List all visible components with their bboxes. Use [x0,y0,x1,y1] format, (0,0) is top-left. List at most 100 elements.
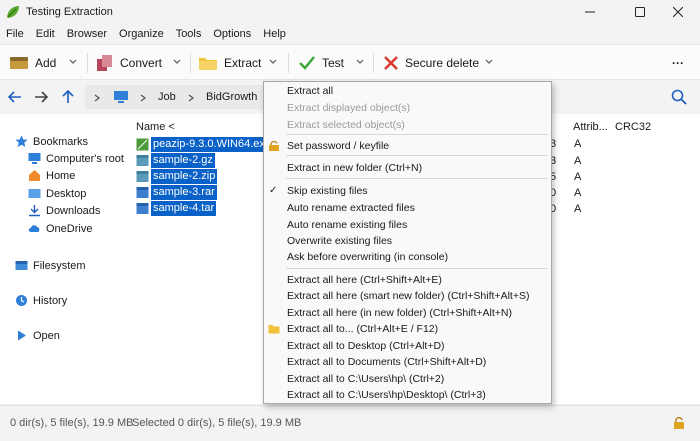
minimize-icon [585,11,595,13]
secure-delete-label: Secure delete [405,56,480,70]
sidebar-item-label: OneDrive [46,222,93,235]
file-name: sample-4.tar [151,201,217,216]
menu-item-extract-to-desktop[interactable]: Extract all to Desktop (Ctrl+Alt+D) [287,340,445,352]
sidebar-item-home[interactable]: Home [28,169,75,182]
download-icon [29,205,40,217]
forward-arrow-icon[interactable] [32,88,50,106]
lock-icon [269,141,279,151]
test-label: Test [322,56,345,70]
add-button[interactable]: Add [9,52,56,74]
menu-help[interactable]: Help [257,25,292,43]
history-icon [16,295,27,306]
menu-item-extract-to-documents[interactable]: Extract all to Documents (Ctrl+Shift+Alt… [287,356,486,368]
menu-browser[interactable]: Browser [61,25,113,43]
menu-item-overwrite-existing[interactable]: Overwrite existing files [287,235,392,247]
extract-folder-icon [199,58,217,70]
menu-item-extract-all-here[interactable]: Extract all here (Ctrl+Shift+Alt+E) [287,274,442,286]
sidebar-filesystem[interactable]: Filesystem [15,259,86,272]
computer-icon [28,153,41,164]
file-attr: A [574,138,582,150]
folder-icon [268,325,280,334]
play-arrow-icon [18,330,26,341]
search-icon[interactable] [671,89,687,105]
column-header-attrib[interactable]: Attrib... [573,121,608,133]
breadcrumb-job[interactable]: Job [158,91,176,103]
menu-item-extract-all-here-smart[interactable]: Extract all here (smart new folder) (Ctr… [287,290,529,302]
secure-delete-chevron-down-icon[interactable] [482,55,496,69]
menu-item-extract-new-folder[interactable]: Extract in new folder (Ctrl+N) [287,162,422,174]
sidebar-open[interactable]: Open [15,329,60,342]
lock-icon[interactable] [673,416,685,430]
menu-file[interactable]: File [0,25,30,43]
menu-options[interactable]: Options [207,25,257,43]
breadcrumb-chevron-icon [188,94,194,102]
sidebar-history-label: History [33,294,68,307]
sidebar-item-downloads[interactable]: Downloads [28,204,100,217]
menu-item-extract-all[interactable]: Extract all [287,85,333,97]
sidebar-item-label: Computer's root [46,152,124,165]
menu-item-auto-rename-extracted[interactable]: Auto rename extracted files [287,202,415,214]
filesystem-icon [15,261,28,270]
peazip-logo-icon [7,6,19,18]
title-bar: Testing Extraction [0,0,700,24]
close-button[interactable] [656,2,700,22]
add-chevron-down-icon[interactable] [66,55,80,69]
menu-item-skip-existing[interactable]: Skip existing files [287,185,368,197]
up-arrow-icon[interactable] [59,88,77,106]
table-row[interactable]: sample-2.zip [136,169,218,184]
menu-item-extract-to-users-hp[interactable]: Extract all to C:\Users\hp\ (Ctrl+2) [287,373,444,385]
extract-dropdown-menu: Extract all Extract displayed object(s) … [263,81,552,404]
menu-edit[interactable]: Edit [30,25,61,43]
menu-item-extract-all-here-new-folder[interactable]: Extract all here (in new folder) (Ctrl+S… [287,307,512,319]
breadcrumb-chevron-icon[interactable] [92,93,102,103]
convert-button[interactable]: Convert [96,52,162,74]
convert-chevron-down-icon[interactable] [170,55,184,69]
sidebar-item-onedrive[interactable]: OneDrive [28,222,92,235]
menu-item-extract-all-to[interactable]: Extract all to... (Ctrl+Alt+E / F12) [287,323,438,335]
table-row[interactable]: sample-2.gz [136,153,215,168]
extract-label: Extract [224,56,262,70]
delete-x-icon [384,56,398,70]
sidebar-item-computers-root[interactable]: Computer's root [28,152,124,165]
sidebar-item-label: Downloads [46,204,101,217]
file-name: sample-3.rar [151,185,217,200]
secure-delete-button[interactable]: Secure delete [383,52,479,74]
minimize-button[interactable] [568,2,612,22]
checkmark-icon: ✓ [269,185,278,196]
menu-item-extract-to-users-hp-desktop[interactable]: Extract all to C:\Users\hp\Desktop\ (Ctr… [287,389,486,401]
menu-item-ask-before-overwriting[interactable]: Ask before overwriting (in console) [287,251,448,263]
sidebar-filesystem-label: Filesystem [33,259,86,272]
file-name: sample-2.gz [151,153,215,168]
extract-button[interactable]: Extract [198,52,261,74]
test-button[interactable]: Test [298,52,344,74]
breadcrumb-bidgrowth[interactable]: BidGrowth [206,91,257,103]
rar-file-icon [136,187,149,198]
sidebar-bookmarks-label: Bookmarks [33,135,89,148]
menu-organize[interactable]: Organize [113,25,170,43]
column-header-name[interactable]: Name < [136,121,175,133]
more-options-button[interactable]: ··· [672,52,684,74]
menu-separator [286,134,548,135]
menu-item-auto-rename-existing[interactable]: Auto rename existing files [287,219,407,231]
table-row[interactable]: sample-3.rar [136,185,217,200]
menu-separator [286,178,548,179]
breadcrumb-chevron-icon [140,94,146,102]
table-row[interactable]: sample-4.tar [136,201,217,216]
sidebar-open-label: Open [33,329,60,342]
file-attr: A [574,187,582,199]
file-attr: A [574,155,582,167]
table-row[interactable]: peazip-9.3.0.WIN64.exe [136,137,274,152]
menu-item-set-password[interactable]: Set password / keyfile [287,140,389,152]
sidebar-bookmarks[interactable]: Bookmarks [15,135,88,148]
convert-icon [97,55,112,71]
status-left: 0 dir(s), 5 file(s), 19.9 MB [10,417,134,429]
sidebar-item-desktop[interactable]: Desktop [28,187,86,200]
extract-chevron-down-icon[interactable] [266,55,280,69]
sidebar-item-label: Home [46,169,76,182]
convert-label: Convert [120,56,163,70]
back-arrow-icon[interactable] [6,88,24,106]
column-header-crc32[interactable]: CRC32 [615,121,651,133]
sidebar-history[interactable]: History [15,294,67,307]
menu-tools[interactable]: Tools [170,25,208,43]
test-chevron-down-icon[interactable] [353,55,367,69]
